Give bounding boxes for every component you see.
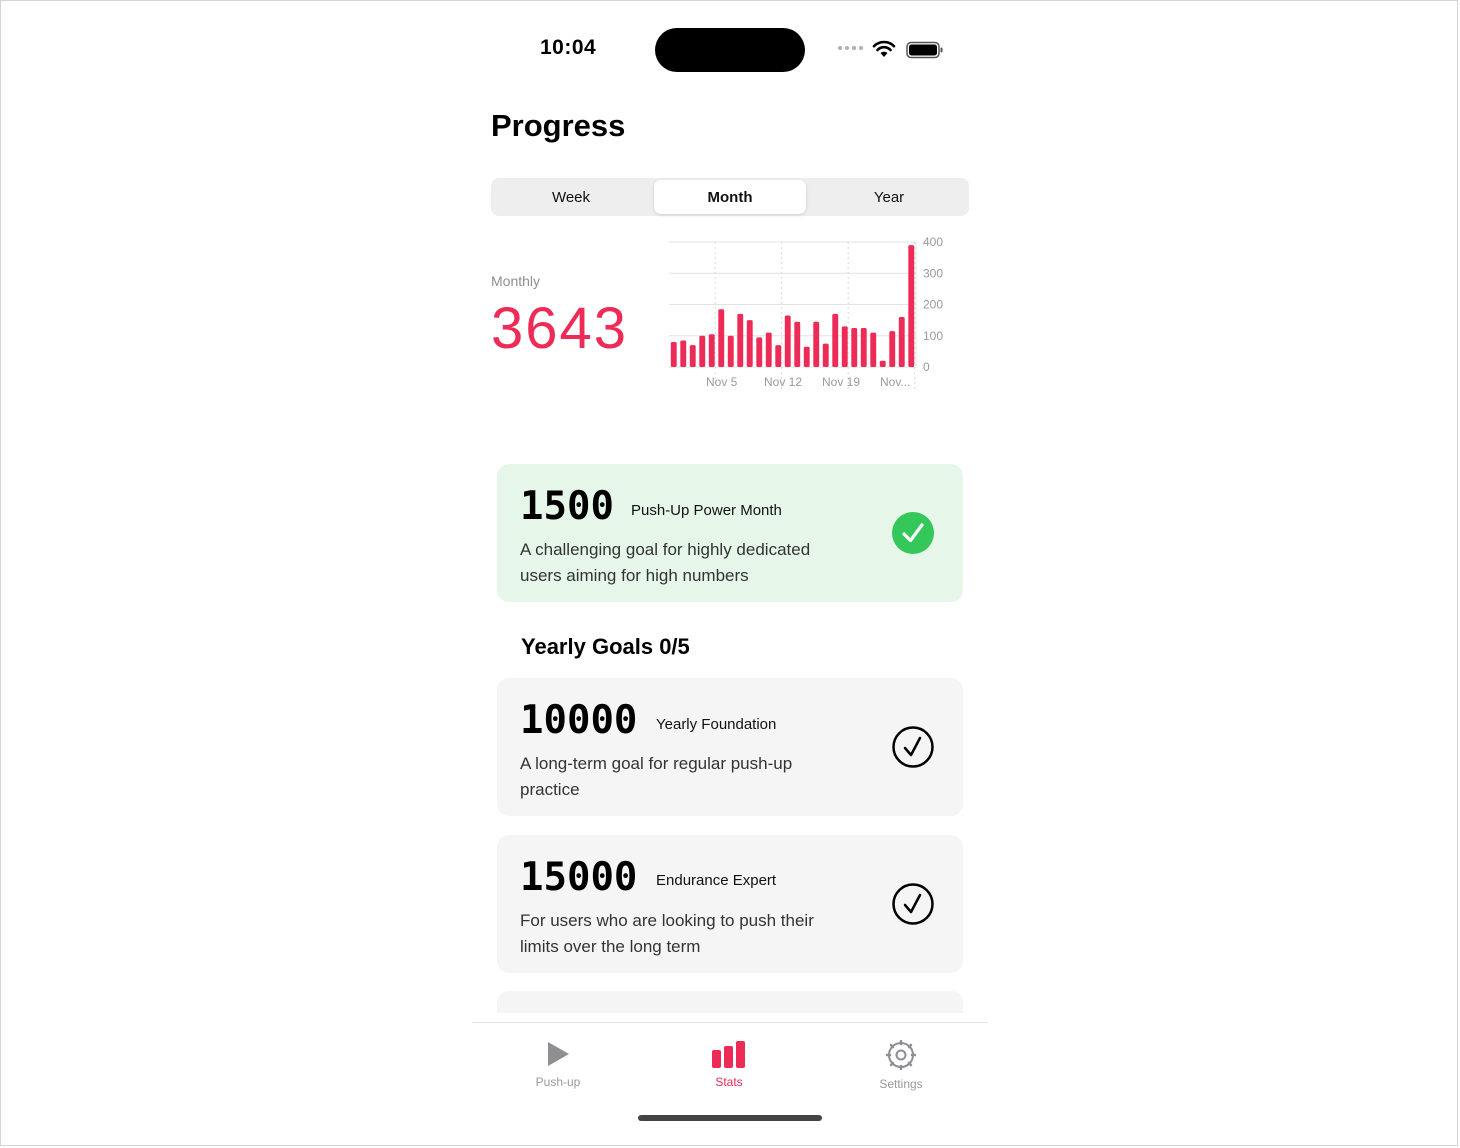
goal-description: For users who are looking to push their … xyxy=(520,911,814,956)
checkmark-circle-icon xyxy=(892,883,934,925)
chart-bar xyxy=(803,346,810,367)
y-tick-label: 400 xyxy=(923,235,943,249)
checkmark-circle-icon xyxy=(892,726,934,768)
chart-bar xyxy=(870,332,877,367)
y-tick-label: 300 xyxy=(923,266,943,280)
chart-bar xyxy=(822,343,829,367)
status-time: 10:04 xyxy=(540,36,597,59)
chart-bar xyxy=(670,342,677,367)
x-tick-label: Nov 19 xyxy=(822,375,860,389)
chart-bar xyxy=(889,331,896,367)
chart-bar xyxy=(898,317,905,367)
chart-bar xyxy=(784,315,791,367)
yearly-goal-card[interactable]: 15000 Endurance Expert For users who are… xyxy=(497,835,963,973)
battery-icon xyxy=(906,41,943,59)
dynamic-island xyxy=(655,28,805,72)
page-title: Progress xyxy=(491,108,626,143)
yearly-goal-card[interactable]: 10000 Yearly Foundation A long-term goal… xyxy=(497,678,963,816)
chart-bar xyxy=(908,245,915,367)
chart-bar xyxy=(775,345,782,367)
chart-bar xyxy=(727,335,734,367)
gear-icon xyxy=(885,1039,917,1071)
segment-week[interactable]: Week xyxy=(495,180,647,214)
chart-bar xyxy=(756,337,763,367)
tab-bar-divider xyxy=(472,1022,988,1023)
chart-bar xyxy=(841,326,848,367)
goal-name: Push-Up Power Month xyxy=(631,502,782,519)
yearly-goal-card-partial[interactable] xyxy=(497,991,963,1013)
chart-bar xyxy=(879,360,886,367)
goal-name: Endurance Expert xyxy=(656,872,777,889)
chart-bar xyxy=(794,321,801,367)
goal-description: A long-term goal for regular push-up pra… xyxy=(520,754,793,799)
goal-number: 15000 xyxy=(520,855,638,900)
y-tick-label: 100 xyxy=(923,329,943,343)
tab-label: Stats xyxy=(715,1075,743,1089)
x-tick-label: Nov... xyxy=(880,375,910,389)
chart-bar xyxy=(680,340,687,367)
segment-month[interactable]: Month xyxy=(654,180,806,214)
chart-bar xyxy=(851,327,858,367)
chart-bar xyxy=(708,334,715,367)
bar-chart-icon xyxy=(712,1041,745,1068)
chart-bar xyxy=(860,327,867,367)
chart-bar xyxy=(832,313,839,367)
goal-number: 1500 xyxy=(520,484,614,529)
segment-year[interactable]: Year xyxy=(813,180,965,214)
tab-stats[interactable]: Stats xyxy=(669,1040,789,1089)
period-segmented-control: Week Month Year xyxy=(491,178,969,216)
tab-label: Settings xyxy=(879,1077,923,1091)
tab-settings[interactable]: Settings xyxy=(841,1039,961,1091)
y-tick-label: 0 xyxy=(923,360,930,374)
checkmark-filled-icon xyxy=(892,512,934,554)
wifi-icon xyxy=(872,40,896,57)
chart-bar xyxy=(699,335,706,367)
goal-name: Yearly Foundation xyxy=(656,716,777,733)
chart-bar xyxy=(737,313,744,367)
chart-bar xyxy=(718,309,725,367)
play-icon xyxy=(548,1042,569,1066)
cellular-signal-icon xyxy=(838,46,863,50)
monthly-goal-card[interactable]: 1500 Push-Up Power Month A challenging g… xyxy=(497,464,963,602)
tab-label: Push-up xyxy=(535,1075,581,1089)
goal-number: 10000 xyxy=(520,698,638,743)
goal-description: A challenging goal for highly dedicated … xyxy=(520,540,811,585)
yearly-goals-heading: Yearly Goals 0/5 xyxy=(521,634,690,659)
monthly-bar-chart: 400 300 200 100 0 Nov 5 Nov 12 Nov 19 Nov... xyxy=(669,235,943,389)
summary-value: 3643 xyxy=(491,296,629,361)
tab-push-up[interactable]: Push-up xyxy=(498,1040,618,1089)
home-indicator xyxy=(638,1115,822,1121)
summary-label: Monthly xyxy=(491,273,541,289)
chart-bar xyxy=(746,320,753,367)
x-tick-label: Nov 12 xyxy=(764,375,802,389)
chart-bar xyxy=(813,321,820,367)
x-tick-label: Nov 5 xyxy=(706,375,738,389)
chart-bar xyxy=(689,345,696,367)
y-tick-label: 200 xyxy=(923,298,943,312)
chart-bar xyxy=(765,332,772,367)
